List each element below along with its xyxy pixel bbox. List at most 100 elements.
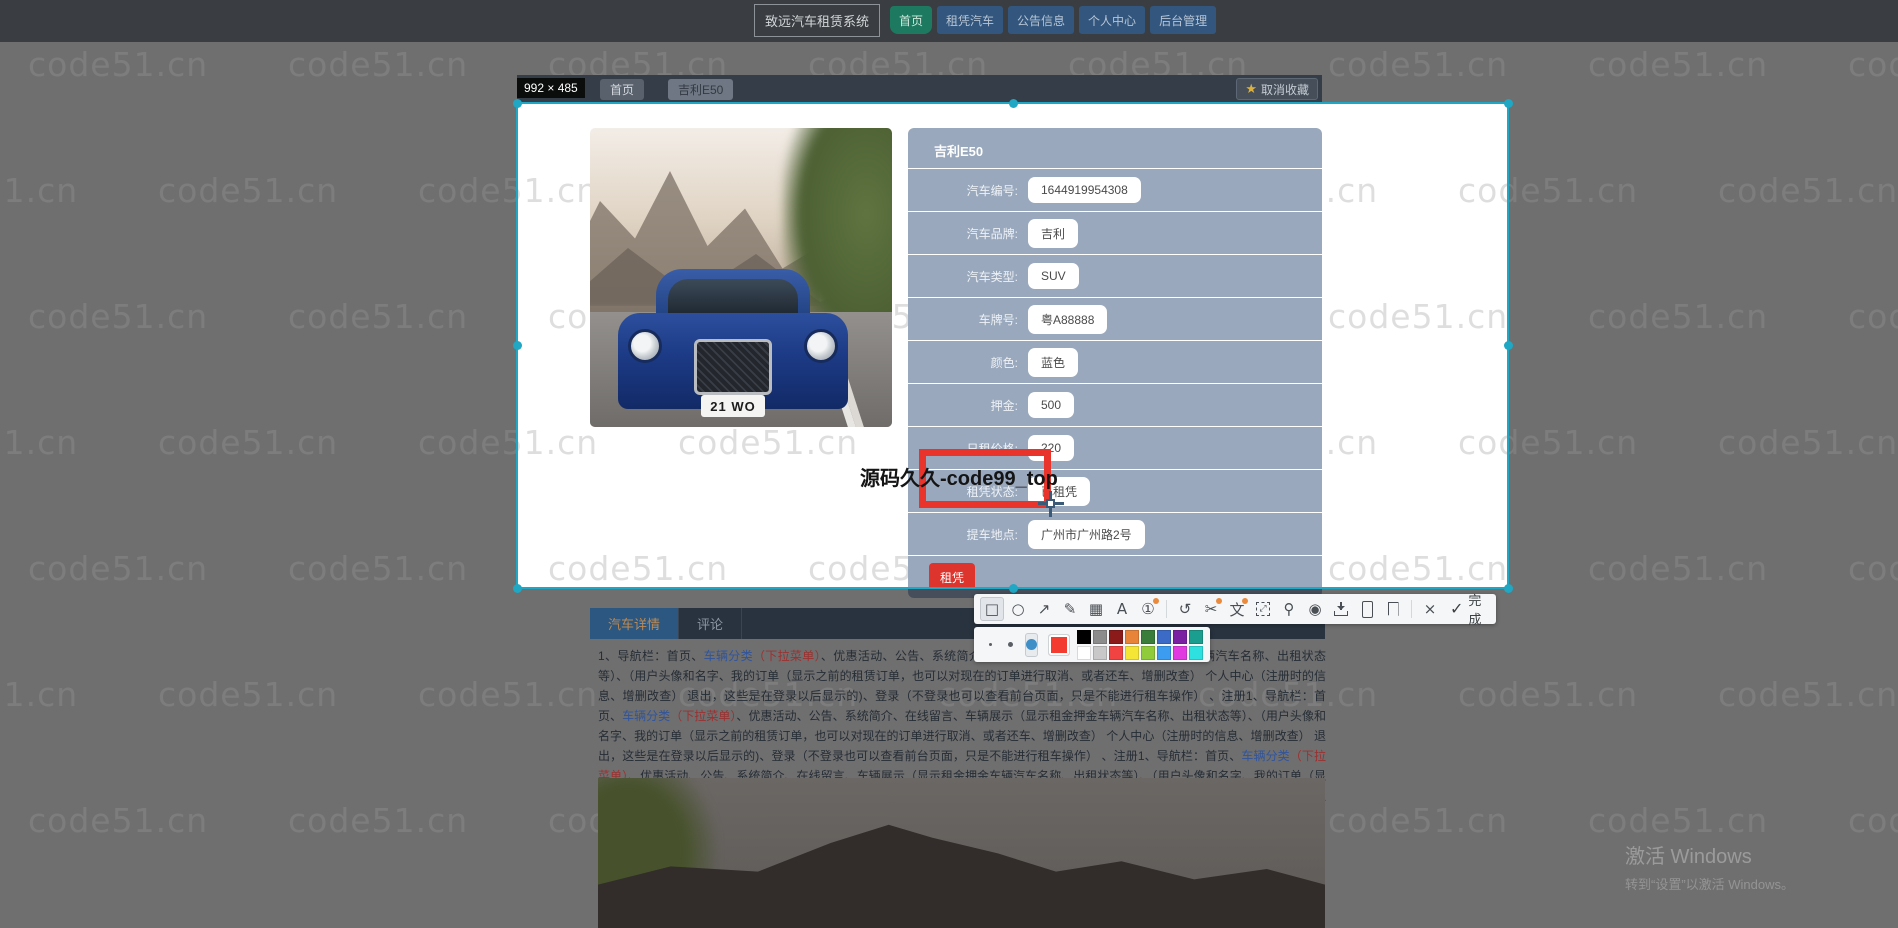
field-value: 500 [1028,392,1075,418]
field-label: 汽车编号: [966,183,1018,198]
palette-color-swatch[interactable] [1125,629,1139,644]
selection-handle[interactable] [1009,584,1018,593]
nav-tab-租凭汽车[interactable]: 租凭汽车 [937,6,1004,34]
palette-color-swatch[interactable] [1077,645,1091,660]
nav-tab-公告信息[interactable]: 公告信息 [1008,6,1075,34]
selection-handle[interactable] [1504,584,1513,593]
field-label: 提车地点: [966,527,1018,542]
scroll-capture-icon[interactable]: ✂ [1199,597,1223,621]
car-detail-panel: 吉利E50 汽车编号: 1644919954308 汽车品牌: 吉利 汽车类型: SUV 车… [908,128,1322,597]
car-field-row: 车牌号: 粤A88888 [908,297,1322,340]
palette-color-swatch[interactable] [1093,645,1107,660]
palette-color-swatch[interactable] [1173,645,1187,660]
cancel-icon[interactable]: × [1418,597,1442,621]
field-label: 押金: [990,398,1018,413]
palette-color-swatch[interactable] [1109,645,1123,660]
watermark-text: code51.cn [1458,423,1508,462]
palette-color-swatch[interactable] [1189,645,1203,660]
watermark-text: code51.cn [1588,297,1769,336]
step-number-tool-icon[interactable]: ① [1136,597,1160,621]
field-value: 1644919954308 [1028,177,1141,203]
tab-评论[interactable]: 评论 [679,608,743,639]
record-icon[interactable]: ◉ [1303,597,1327,621]
watermark-text: code51.cn [517,171,599,210]
breadcrumb-page-button[interactable]: 吉利E50 [668,79,734,100]
confirm-capture-button[interactable]: ✓ 完成 [1444,590,1490,628]
watermark-text: code51.cn [1328,297,1508,336]
field-label: 汽车品牌: [966,226,1018,241]
description-segment: （下拉菜单） [752,649,821,663]
selection-handle[interactable] [513,341,522,350]
palette-color-swatch[interactable] [1109,629,1123,644]
tab-汽车详情[interactable]: 汽车详情 [590,608,680,639]
selection-handle[interactable] [1009,99,1018,108]
ocr-translate-icon[interactable]: 文 [1225,597,1249,621]
pin-icon[interactable]: ⚲ [1277,597,1301,621]
extract-text-icon[interactable]: ⤢ [1251,597,1275,621]
car-field-row: 汽车品牌: 吉利 [908,211,1322,254]
description-segment: 1、导航栏：首页、 [1137,749,1242,763]
photo-car: 21 WO [618,259,848,417]
description-segment[interactable]: 车辆分类 [704,649,753,663]
car-field-row: 汽车类型: SUV [908,254,1322,297]
watermark-text: code51.cn [1328,801,1509,840]
stroke-size-medium[interactable] [1008,642,1013,647]
unfavorite-button[interactable]: ★ 取消收藏 [1236,78,1318,100]
windows-activation-notice: 激活 Windows 转到“设置”以激活 Windows。 [1625,840,1794,893]
mosaic-tool-icon[interactable]: ▦ [1084,597,1108,621]
selection-handle[interactable] [1504,99,1513,108]
palette-color-swatch[interactable] [1141,629,1155,644]
palette-color-swatch[interactable] [1189,629,1203,644]
check-icon: ✓ [1450,601,1464,618]
save-icon[interactable] [1329,597,1353,621]
bookmark-icon[interactable] [1381,597,1405,621]
watermark-text: code51.cn [0,675,79,714]
arrow-tool-icon[interactable]: ↗ [1032,597,1056,621]
ellipse-tool-icon[interactable]: ○ [1006,597,1030,621]
watermark-text: code51.cn [1588,801,1769,840]
rect-tool-icon[interactable]: □ [980,597,1004,621]
watermark-text: code51.cn [28,801,209,840]
watermark-text: code51.cn [1848,45,1898,84]
palette-color-swatch[interactable] [1157,645,1171,660]
palette-color-swatch[interactable] [1125,645,1139,660]
car-field-row: 押金: 500 [908,383,1322,426]
to-phone-icon[interactable] [1355,597,1379,621]
breadcrumb-home-button[interactable]: 首页 [600,79,645,100]
stroke-size-large-selected[interactable] [1025,632,1038,657]
selection-handle[interactable] [513,99,522,108]
watermark-text: code51.cn [1328,549,1508,588]
palette-color-swatch[interactable] [1173,629,1187,644]
palette-color-swatch[interactable] [1077,629,1091,644]
field-value: 粤A88888 [1028,304,1108,334]
description-segment: （下拉菜单） [670,709,737,723]
watermark-text: code51.cn [1328,45,1509,84]
nav-tab-首页[interactable]: 首页 [890,6,933,34]
watermark-text: code51.cn [1588,549,1769,588]
car-field-row: 提车地点: 广州市广州路2号 [908,512,1322,555]
palette-color-swatch[interactable] [1093,629,1107,644]
pen-tool-icon[interactable]: ✎ [1058,597,1082,621]
description-segment: 1、导航栏：首页、 [598,649,704,663]
undo-icon[interactable]: ↺ [1173,597,1197,621]
field-value: SUV [1028,263,1079,289]
palette-color-swatch[interactable] [1141,645,1155,660]
nav-tabs: 首页 租凭汽车 公告信息 个人中心 后台管理 [890,6,1217,34]
description-segment[interactable]: 车辆分类 [1241,749,1289,763]
stroke-size-small[interactable] [989,643,992,646]
selection-handle[interactable] [1504,341,1513,350]
capture-toolbar: □ ○ ↗ ✎ ▦ A ① ↺ ✂ 文 ⤢ ⚲ ◉ × ✓ 完成 [974,593,1496,627]
star-icon: ★ [1245,81,1257,96]
watermark-text: code51.cn [1718,171,1898,210]
current-color-swatch[interactable] [1048,633,1070,656]
nav-tab-个人中心[interactable]: 个人中心 [1079,6,1146,34]
watermark-text: code51.cn [158,675,339,714]
nav-tab-后台管理[interactable]: 后台管理 [1150,6,1217,34]
selection-handle[interactable] [513,584,522,593]
field-label: 车牌号: [978,312,1018,327]
palette-color-swatch[interactable] [1157,629,1171,644]
color-palette [1077,629,1203,660]
toolbar-separator [1166,600,1167,618]
description-segment[interactable]: 车辆分类 [622,709,670,723]
text-tool-icon[interactable]: A [1110,597,1134,621]
